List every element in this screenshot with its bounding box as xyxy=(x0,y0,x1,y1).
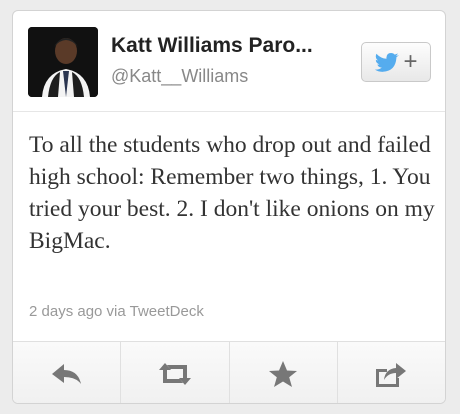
share-icon xyxy=(376,363,407,387)
avatar-image xyxy=(28,27,98,97)
header-divider xyxy=(13,111,445,112)
display-name[interactable]: Katt Williams Paro... xyxy=(111,34,361,58)
follow-button[interactable]: + xyxy=(361,42,431,82)
twitter-bird-icon xyxy=(375,53,400,72)
action-bar xyxy=(13,341,445,403)
tweet-card: Katt Williams Paro... @Katt__Williams + … xyxy=(12,10,446,404)
follow-plus: + xyxy=(403,48,418,75)
share-button[interactable] xyxy=(338,342,445,403)
avatar[interactable] xyxy=(28,27,98,97)
star-icon xyxy=(269,361,298,387)
reply-icon xyxy=(51,364,81,384)
retweet-button[interactable] xyxy=(121,342,230,403)
tweet-text: To all the students who drop out and fai… xyxy=(29,132,435,254)
tweet-meta[interactable]: 2 days ago via TweetDeck xyxy=(29,303,204,320)
user-handle[interactable]: @Katt__Williams xyxy=(111,66,248,87)
reply-button[interactable] xyxy=(13,342,122,403)
tweet-header: Katt Williams Paro... @Katt__Williams + xyxy=(13,11,445,111)
favorite-button[interactable] xyxy=(230,342,338,403)
retweet-icon xyxy=(158,363,191,385)
